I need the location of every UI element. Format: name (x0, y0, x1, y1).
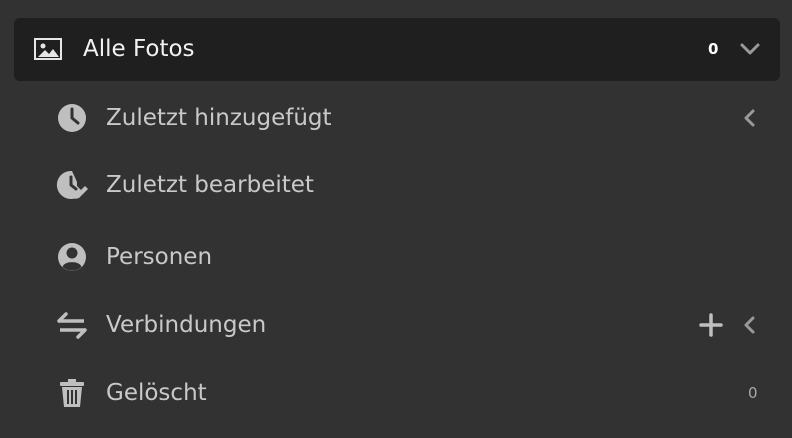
chevron-left-icon[interactable] (741, 314, 759, 336)
nav-item-people[interactable]: Personen (0, 227, 792, 287)
clock-icon (56, 102, 88, 134)
person-icon (56, 241, 88, 273)
plus-icon[interactable] (699, 313, 723, 337)
trash-icon (56, 377, 88, 409)
nav-item-label: Gelöscht (106, 380, 207, 406)
nav-item-deleted[interactable]: Gelöscht 0 (0, 363, 792, 423)
chevron-down-icon[interactable] (739, 40, 761, 58)
nav-item-label: Zuletzt hinzugefügt (106, 105, 332, 131)
nav-item-recently-added[interactable]: Zuletzt hinzugefügt (0, 88, 792, 148)
nav-item-label: Alle Fotos (83, 36, 195, 62)
connections-icon (56, 309, 88, 341)
nav-item-recently-edited[interactable]: Zuletzt bearbeitet (0, 155, 792, 215)
nav-item-label: Personen (106, 244, 213, 270)
chevron-left-icon[interactable] (741, 107, 759, 129)
sidebar-panel: Alle Fotos 0 Zuletzt hinzugefügt Zuletzt… (0, 0, 792, 438)
clock-edit-icon (56, 169, 88, 201)
deleted-count: 0 (748, 384, 758, 402)
nav-item-all-photos[interactable]: Alle Fotos 0 (14, 18, 780, 81)
photo-count: 0 (708, 40, 719, 58)
nav-item-connections[interactable]: Verbindungen (0, 295, 792, 355)
photos-icon (34, 38, 62, 60)
nav-item-label: Zuletzt bearbeitet (106, 172, 314, 198)
nav-item-label: Verbindungen (106, 312, 267, 338)
